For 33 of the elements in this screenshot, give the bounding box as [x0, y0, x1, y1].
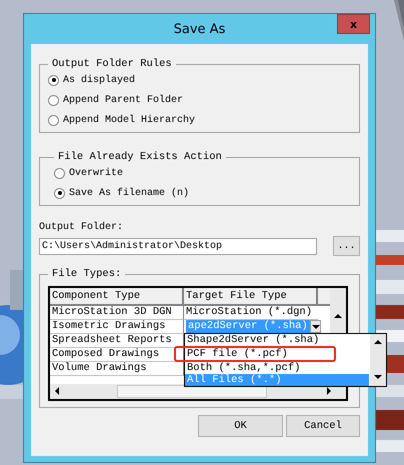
group-title: Output Folder Rules: [51, 58, 173, 70]
radio-label[interactable]: Append Model Hierarchy: [63, 114, 196, 126]
browse-button[interactable]: ...: [333, 236, 360, 256]
table-cell: Isometric Drawings: [50, 320, 184, 334]
radio-label[interactable]: As displayed: [63, 74, 136, 86]
group-title: File Already Exists Action: [57, 151, 223, 163]
caret-icon: [310, 324, 320, 330]
folder-field[interactable]: C:\Users\Administrator\Desktop: [39, 238, 317, 254]
list-item[interactable]: PCF file (*.pcf): [185, 348, 288, 360]
list-item[interactable]: Both (*.sha,*.pcf): [185, 362, 369, 374]
table-cell: Volume Drawings: [50, 362, 184, 376]
column-header[interactable]: Component Type: [50, 288, 184, 306]
ok-button[interactable]: OK: [198, 415, 283, 437]
table-cell: Spreadsheet Reports: [50, 334, 184, 348]
dropdown-button[interactable]: [310, 320, 321, 333]
cancel-button[interactable]: Cancel: [286, 415, 360, 437]
field-label: Output Folder:: [39, 222, 124, 235]
table-cell: MicroStation 3D DGN: [50, 306, 184, 320]
radio-label[interactable]: Save As filename (n): [69, 188, 190, 198]
close-button[interactable]: x: [337, 14, 370, 34]
radio-button[interactable]: [48, 74, 59, 86]
radio-label[interactable]: Append Parent Folder: [63, 94, 184, 106]
vertical-scrollbar[interactable]: [370, 334, 386, 386]
group-title: File Types:: [51, 268, 122, 280]
radio-button[interactable]: [54, 188, 65, 198]
list-item[interactable]: Shape2dServer (*.sha): [185, 334, 369, 346]
radio-button[interactable]: [54, 168, 65, 178]
radio-label[interactable]: Overwrite: [69, 168, 124, 178]
column-header[interactable]: Target File Type: [184, 288, 318, 306]
radio-button[interactable]: [48, 114, 59, 126]
table-cell: MicroStation (*.dgn): [186, 306, 312, 319]
window-title: Save As: [174, 22, 226, 36]
radio-button[interactable]: [48, 94, 59, 106]
